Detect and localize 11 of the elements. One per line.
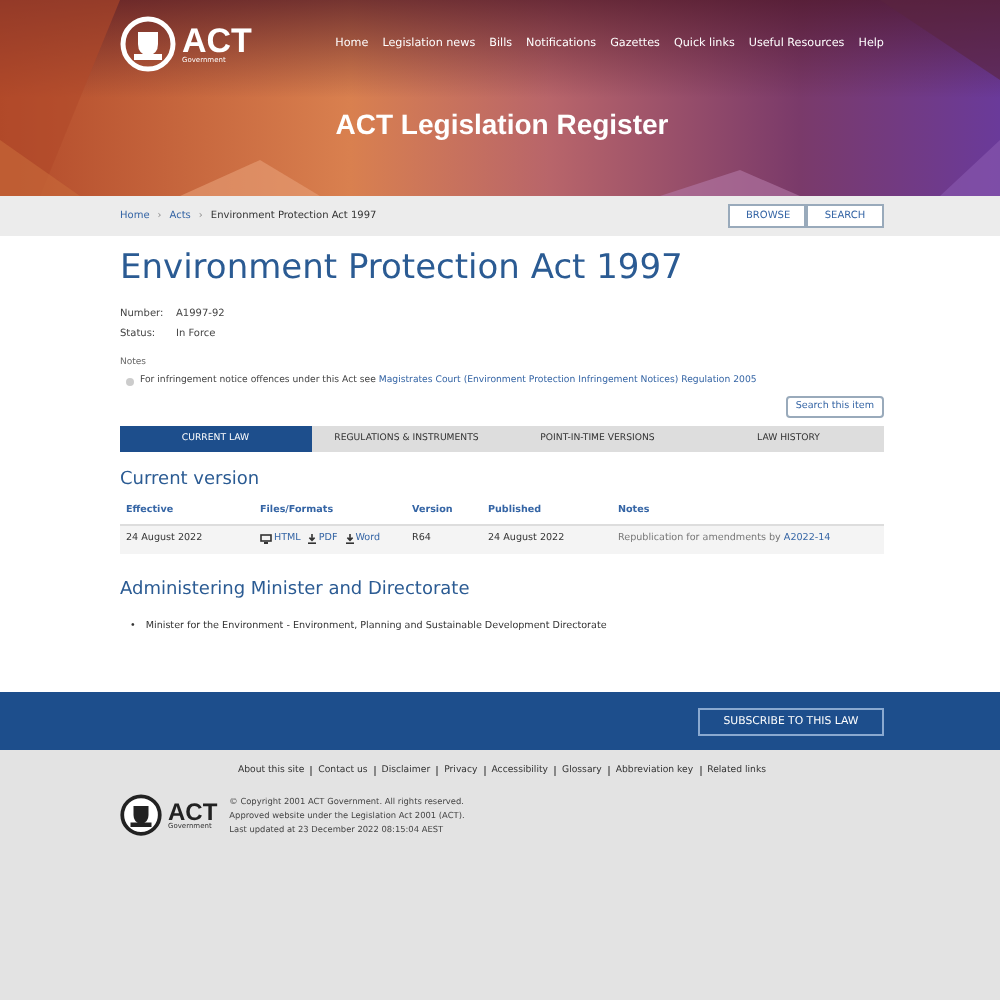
section-heading: Administering Minister and Directorate [120, 580, 472, 600]
page-title: Environment Protection Act 1997 [120, 248, 685, 288]
crest-icon [120, 794, 162, 836]
section-heading: Current version [120, 470, 262, 490]
crest-icon [120, 16, 176, 72]
note-marker-icon [126, 377, 134, 385]
site-title: ACT Legislation Register [333, 108, 671, 140]
monitor-icon [260, 534, 272, 544]
download-icon [345, 534, 354, 544]
logo-text: ACT [182, 23, 252, 58]
download-icon [308, 534, 317, 544]
